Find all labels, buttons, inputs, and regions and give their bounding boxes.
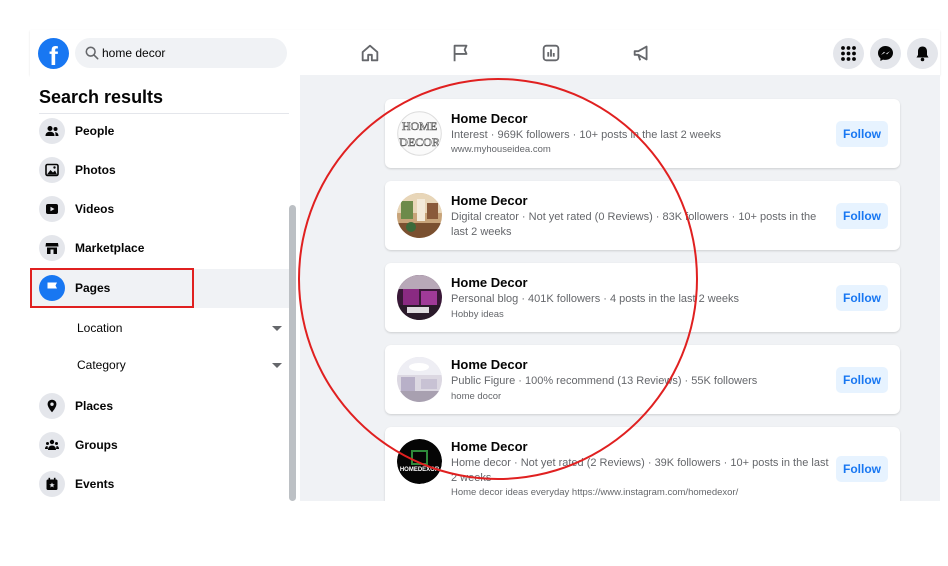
groups-icon [39,432,65,458]
marketplace-icon [39,235,65,261]
search-input[interactable] [102,44,277,62]
page-meta: Digital creator · Not yet rated (0 Revie… [451,211,817,238]
result-card[interactable]: HOME DECOR Home Decor Interest · 969K fol… [385,99,900,168]
sidebar-item-marketplace[interactable]: Marketplace [30,229,292,268]
notifications-button[interactable] [907,38,938,69]
sidebar-item-places[interactable]: Places [30,387,292,426]
home-icon[interactable] [359,42,381,64]
sidebar-item-label: People [75,124,115,138]
videos-icon [39,196,65,222]
sidebar-item-videos[interactable]: Videos [30,190,292,229]
filter-category[interactable]: Category [30,349,292,379]
avatar-logo-text: HOMEDEXOR [400,467,440,473]
screenshot-root: f Search results People Photos [0,0,948,566]
follow-button[interactable]: Follow [836,456,888,482]
sidebar-item-label: Places [75,399,114,413]
page-name[interactable]: Home Decor [451,357,528,372]
sidebar-item-people[interactable]: People [30,112,292,151]
result-card[interactable]: Home Decor Public Figure · 100% recommen… [385,345,900,414]
result-card[interactable]: Home Decor Digital creator · Not yet rat… [385,181,900,250]
flag-icon[interactable] [450,42,472,64]
page-avatar[interactable]: HOME DECOR [397,111,442,156]
filter-location[interactable]: Location [30,312,292,342]
page-avatar[interactable] [397,275,442,320]
megaphone-icon[interactable] [631,42,653,64]
follow-button[interactable]: Follow [836,367,888,393]
page-subtitle: www.myhouseidea.com [451,144,551,155]
page-name[interactable]: Home Decor [451,111,528,126]
page-avatar[interactable] [397,357,442,402]
photos-icon [39,157,65,183]
page-avatar[interactable]: HOMEDEXOR [397,439,442,484]
events-icon [39,471,65,497]
page-name[interactable]: Home Decor [451,275,528,290]
messenger-button[interactable] [870,38,901,69]
page-avatar[interactable] [397,193,442,238]
top-navigation-bar: f [30,30,940,75]
search-box[interactable] [75,38,287,68]
filter-label: Category [77,358,126,372]
facebook-logo-icon[interactable]: f [38,38,69,69]
menu-grid-button[interactable] [833,38,864,69]
filter-label: Location [77,321,123,335]
people-icon [39,118,65,144]
result-card[interactable]: HOMEDEXOR Home Decor Home decor · Not ye… [385,427,900,501]
page-name[interactable]: Home Decor [451,439,528,454]
pages-highlight-annotation [30,268,194,308]
search-icon [85,46,99,60]
place-icon [39,393,65,419]
sidebar-item-label: Groups [75,438,118,452]
page-meta: Personal blog · 401K followers · 4 posts… [451,293,739,305]
svg-text:DECOR: DECOR [399,135,440,149]
avatar-logo-text: HOME [402,119,437,133]
sidebar-item-label: Events [75,477,115,491]
follow-button[interactable]: Follow [836,121,888,147]
sidebar-item-label: Photos [75,163,116,177]
page-subtitle: Hobby ideas [451,309,504,320]
chevron-down-icon [272,363,282,368]
follow-button[interactable]: Follow [836,285,888,311]
sidebar-title: Search results [39,87,164,107]
menu-grid-icon [841,46,856,61]
page-meta: Home decor · Not yet rated (2 Reviews) ·… [451,457,829,484]
sidebar-item-groups[interactable]: Groups [30,426,292,465]
sidebar-item-label: Marketplace [75,241,145,255]
search-results-list: HOME DECOR Home Decor Interest · 969K fol… [300,75,940,501]
messenger-icon [878,46,893,61]
result-card[interactable]: Home Decor Personal blog · 401K follower… [385,263,900,332]
follow-button[interactable]: Follow [836,203,888,229]
dashboard-icon[interactable] [540,42,562,64]
page-subtitle: home docor [451,391,502,402]
sidebar-item-label: Videos [75,202,115,216]
bell-icon [916,46,929,62]
page-meta: Interest · 969K followers · 10+ posts in… [451,129,721,141]
chevron-down-icon [272,326,282,331]
sidebar-item-events[interactable]: Events [30,465,292,504]
search-results-sidebar: Search results People Photos Videos Mark… [30,75,300,501]
page-subtitle: Home decor ideas everyday https://www.in… [451,487,739,498]
sidebar-scrollbar[interactable] [289,205,296,501]
page-meta: Public Figure · 100% recommend (13 Revie… [451,375,758,387]
sidebar-item-photos[interactable]: Photos [30,151,292,190]
page-name[interactable]: Home Decor [451,193,528,208]
